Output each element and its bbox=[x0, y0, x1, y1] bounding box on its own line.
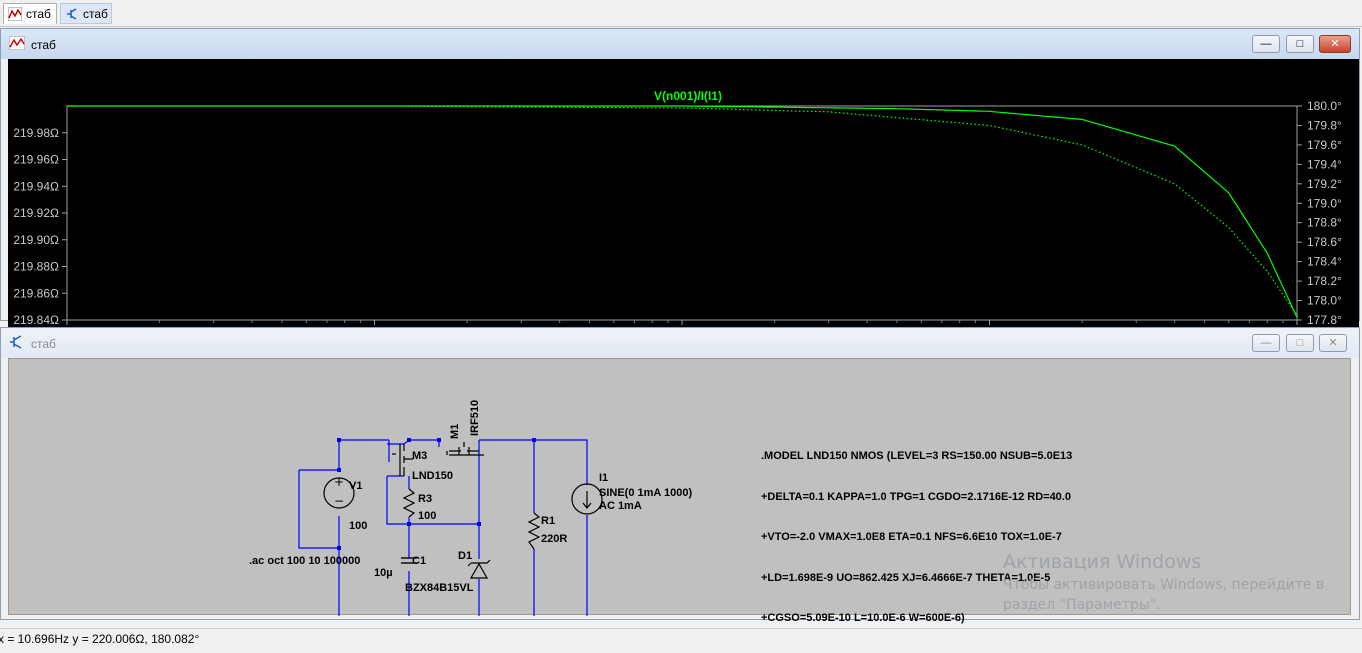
y-left-tick-label: 219.92Ω bbox=[13, 206, 59, 220]
r1-value[interactable]: 220R bbox=[541, 533, 567, 545]
d1-name[interactable]: D1 bbox=[458, 550, 472, 562]
r1-name[interactable]: R1 bbox=[541, 515, 555, 527]
y-right-tick-label: 177.8° bbox=[1307, 313, 1342, 327]
y-right-tick-label: 178.0° bbox=[1307, 294, 1342, 308]
waveform-icon bbox=[8, 7, 22, 21]
zener-diode-icon[interactable] bbox=[467, 559, 491, 579]
plot-pane[interactable]: V(n001)/I(I1) 10Hz100Hz1KHz10KHz100KHz21… bbox=[8, 59, 1359, 346]
plot-series bbox=[67, 105, 1298, 318]
y-right-tick-label: 178.4° bbox=[1307, 255, 1342, 269]
waveform-window-titlebar[interactable]: стаб — □ ✕ bbox=[1, 29, 1359, 59]
maximize-icon: □ bbox=[1296, 337, 1304, 349]
y-left-tick-label: 219.86Ω bbox=[13, 286, 59, 300]
close-icon: ✕ bbox=[1330, 38, 1340, 50]
y-right-tick-label: 178.8° bbox=[1307, 216, 1342, 230]
schematic-window-titlebar[interactable]: стаб — □ ✕ bbox=[1, 328, 1359, 358]
m3-model[interactable]: LND150 bbox=[412, 470, 453, 482]
y-right-tick-label: 179.2° bbox=[1307, 177, 1342, 191]
series-phase bbox=[67, 105, 1298, 316]
i1-source-value[interactable]: SINE(0 1mA 1000) bbox=[599, 487, 692, 499]
trace-label[interactable]: V(n001)/I(I1) bbox=[654, 89, 722, 103]
y-right-tick-label: 180.0° bbox=[1307, 99, 1342, 113]
m1-model[interactable]: IRF510 bbox=[469, 400, 481, 436]
m3-name[interactable]: M3 bbox=[412, 450, 427, 462]
r3-name[interactable]: R3 bbox=[418, 493, 432, 505]
y-right-tick-label: 179.6° bbox=[1307, 138, 1342, 152]
y-left-tick-label: 219.88Ω bbox=[13, 260, 59, 274]
nmos-icon[interactable] bbox=[392, 444, 413, 476]
y-left-tick-label: 219.98Ω bbox=[13, 126, 59, 140]
plot-axes: 10Hz100Hz1KHz10KHz100KHz219.98Ω219.96Ω21… bbox=[13, 99, 1342, 342]
plot-frame bbox=[66, 105, 1298, 321]
resistor-icon[interactable] bbox=[402, 488, 416, 518]
bode-plot[interactable]: V(n001)/I(I1) 10Hz100Hz1KHz10KHz100KHz21… bbox=[8, 59, 1359, 346]
i1-name[interactable]: I1 bbox=[599, 472, 608, 484]
window-title: стаб bbox=[31, 337, 56, 351]
y-left-tick-label: 219.90Ω bbox=[13, 233, 59, 247]
r3-value[interactable]: 100 bbox=[418, 510, 436, 522]
plus-icon: + bbox=[334, 475, 344, 489]
m1-name[interactable]: M1 bbox=[449, 424, 461, 439]
y-left-tick-label: 219.96Ω bbox=[13, 153, 59, 167]
waveform-window: стаб — □ ✕ V(n001)/I(I1) 10Hz100Hz1KHz10… bbox=[0, 28, 1360, 346]
maximize-button[interactable]: □ bbox=[1286, 334, 1314, 352]
activation-watermark-title: Активация Windows bbox=[1003, 551, 1202, 573]
close-button[interactable]: ✕ bbox=[1319, 334, 1347, 352]
series-magnitude bbox=[67, 105, 1298, 318]
y-left-tick-label: 219.84Ω bbox=[13, 313, 59, 327]
y-right-tick-label: 178.2° bbox=[1307, 274, 1342, 288]
i1-ac-value[interactable]: AC 1mA bbox=[599, 500, 642, 512]
maximize-icon: □ bbox=[1296, 38, 1304, 50]
y-right-tick-label: 179.4° bbox=[1307, 157, 1342, 171]
tab-label: стаб bbox=[83, 7, 108, 21]
v1-name[interactable]: V1 bbox=[349, 480, 362, 492]
tab-schematic[interactable]: стаб bbox=[60, 3, 112, 24]
y-right-tick-label: 179.8° bbox=[1307, 118, 1342, 132]
minimize-icon: — bbox=[1260, 337, 1272, 349]
activation-watermark-line2: раздел "Параметры". bbox=[1003, 597, 1161, 613]
minimize-icon: — bbox=[1260, 38, 1272, 50]
close-icon: ✕ bbox=[1328, 337, 1338, 349]
model-line: +DELTA=0.1 KAPPA=1.0 TPG=1 CGDO=2.1716E-… bbox=[761, 490, 1071, 503]
schematic-icon bbox=[67, 8, 77, 20]
model-line: +CGSO=5.09E-10 L=10.0E-6 W=600E-6) bbox=[761, 612, 965, 624]
tab-label: стаб bbox=[26, 7, 51, 21]
minimize-button[interactable]: — bbox=[1252, 35, 1280, 53]
minus-icon: − bbox=[334, 494, 344, 508]
cursor-readout: x = 10.696Hz y = 220.006Ω, 180.082° bbox=[0, 632, 200, 646]
model-line: +VTO=-2.0 VMAX=1.0E8 ETA=0.1 NFS=6.6E10 … bbox=[761, 531, 1062, 543]
analysis-directive[interactable]: .ac oct 100 10 100000 bbox=[249, 555, 360, 567]
minimize-button[interactable]: — bbox=[1252, 334, 1280, 352]
tab-waveform[interactable]: стаб bbox=[3, 3, 57, 24]
arrow-down-icon bbox=[582, 491, 592, 509]
waveform-icon bbox=[9, 36, 25, 50]
y-right-tick-label: 179.0° bbox=[1307, 196, 1342, 210]
spice-model-directive[interactable]: .MODEL LND150 NMOS (LEVEL=3 RS=150.00 NS… bbox=[761, 423, 1072, 653]
close-button[interactable]: ✕ bbox=[1319, 35, 1351, 53]
schematic-icon bbox=[10, 335, 22, 349]
d1-model[interactable]: BZX84B15VL bbox=[405, 582, 474, 594]
v1-value[interactable]: 100 bbox=[349, 520, 367, 532]
status-bar: x = 10.696Hz y = 220.006Ω, 180.082° bbox=[0, 628, 1362, 649]
activation-watermark-line1: Чтобы активировать Windows, перейдите в bbox=[1003, 577, 1325, 593]
window-title: стаб bbox=[31, 38, 56, 52]
maximize-button[interactable]: □ bbox=[1286, 35, 1314, 53]
c1-name[interactable]: C1 bbox=[412, 555, 426, 567]
c1-value[interactable]: 10µ bbox=[374, 567, 393, 579]
document-tab-bar: стаб стаб bbox=[0, 0, 1362, 27]
model-line: .MODEL LND150 NMOS (LEVEL=3 RS=150.00 NS… bbox=[761, 450, 1073, 462]
resistor-icon[interactable] bbox=[527, 512, 541, 550]
y-right-tick-label: 178.6° bbox=[1307, 235, 1342, 249]
y-left-tick-label: 219.94Ω bbox=[13, 179, 59, 193]
